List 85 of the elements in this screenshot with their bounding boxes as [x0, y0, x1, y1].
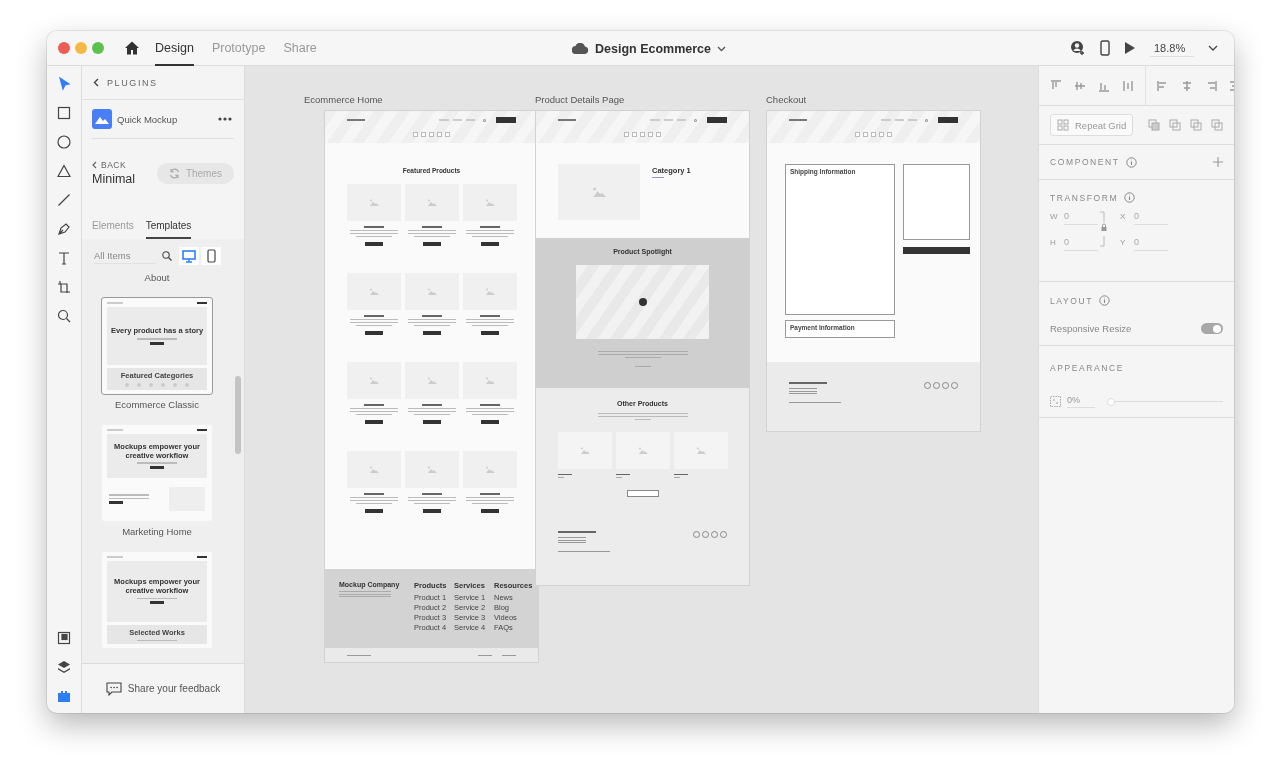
exclude-icon[interactable] — [1211, 119, 1223, 131]
distribute-vertical-icon[interactable] — [1122, 79, 1134, 92]
checkout-button-drawing — [903, 247, 970, 254]
chat-bubble-icon[interactable] — [105, 681, 122, 696]
chevron-down-icon[interactable] — [1208, 45, 1218, 51]
back-chevron-icon[interactable] — [92, 161, 97, 169]
add-user-icon[interactable] — [1070, 40, 1086, 56]
align-center-icon[interactable] — [1181, 79, 1193, 92]
plugin-name: Quick Mockup — [117, 113, 178, 125]
subtract-icon[interactable] — [1169, 119, 1181, 131]
monitor-icon — [182, 249, 196, 263]
plugin-logo-icon — [92, 109, 112, 129]
desktop-view-button[interactable] — [178, 246, 200, 266]
maximize-button[interactable] — [92, 42, 104, 54]
polygon-tool-icon[interactable] — [57, 164, 71, 178]
slider-thumb[interactable] — [1107, 397, 1115, 406]
feedback-link[interactable]: Share your feedback — [127, 683, 221, 694]
layers-panel-icon[interactable] — [57, 660, 71, 674]
footer-text-drawing — [789, 382, 841, 403]
rectangle-tool-icon[interactable] — [57, 106, 71, 120]
view-all-button-drawing — [626, 490, 659, 497]
align-left-icon[interactable] — [1157, 79, 1169, 92]
close-button[interactable] — [58, 42, 70, 54]
product-card-drawing — [557, 432, 612, 478]
add-icon[interactable] — [1213, 157, 1223, 167]
assets-panel-icon[interactable] — [57, 631, 71, 645]
line-tool-icon[interactable] — [57, 193, 71, 207]
field-label: X — [1120, 212, 1127, 221]
ellipse-tool-icon[interactable] — [57, 135, 71, 149]
union-icon[interactable] — [1148, 119, 1160, 131]
cloud-icon — [572, 43, 589, 54]
search-icon[interactable] — [162, 251, 172, 261]
footer-text-drawing — [339, 591, 391, 597]
mobile-device-icon[interactable] — [1100, 40, 1110, 56]
select-tool-icon[interactable] — [57, 77, 71, 91]
link-placeholder-line — [652, 177, 664, 178]
align-top-icon[interactable] — [1050, 79, 1062, 92]
plugins-panel-icon[interactable] — [57, 689, 71, 703]
chevron-down-icon[interactable] — [717, 45, 727, 52]
info-icon[interactable] — [1124, 192, 1136, 203]
text-tool-icon[interactable] — [57, 251, 71, 265]
refresh-icon — [168, 167, 180, 179]
artboard-title[interactable]: Checkout — [766, 94, 807, 105]
scrollbar-thumb[interactable] — [235, 376, 241, 454]
play-icon[interactable] — [1124, 41, 1136, 55]
home-icon[interactable] — [124, 40, 140, 56]
template-name: About — [144, 272, 170, 283]
minimize-button[interactable] — [75, 42, 87, 54]
document-title[interactable]: Design Ecommerce — [595, 41, 712, 56]
product-card-drawing — [673, 432, 728, 478]
artboard-title[interactable]: Ecommerce Home — [304, 94, 383, 105]
template-name: Ecommerce Classic — [115, 399, 199, 410]
artboard-tool-icon[interactable] — [57, 280, 71, 294]
product-card-drawing — [615, 432, 670, 478]
theme-name: Minimal — [92, 172, 136, 186]
more-options-icon[interactable] — [218, 117, 232, 121]
section-label: LAYOUT — [1050, 295, 1093, 306]
template-name: Marketing Home — [122, 526, 192, 537]
responsive-resize-toggle[interactable] — [1201, 323, 1223, 334]
artboard-title[interactable]: Product Details Page — [535, 94, 625, 105]
field-label: W — [1050, 212, 1058, 221]
grid-icon — [1057, 119, 1069, 131]
section-label: COMPONENT — [1050, 157, 1120, 167]
mobile-view-button[interactable] — [200, 246, 222, 266]
panel-title: PLUGINS — [107, 77, 158, 88]
footer-text-drawing — [558, 531, 610, 552]
search-field[interactable]: All Items — [94, 248, 156, 264]
pen-tool-icon[interactable] — [57, 222, 71, 236]
opacity-icon — [1050, 396, 1061, 407]
phone-icon — [206, 249, 216, 263]
zoom-level-field[interactable]: 18.8% — [1150, 39, 1194, 57]
intersect-icon[interactable] — [1190, 119, 1202, 131]
info-icon[interactable] — [1125, 156, 1137, 168]
align-right-icon[interactable] — [1205, 79, 1217, 92]
back-chevron-icon[interactable] — [93, 78, 99, 87]
info-icon[interactable] — [1099, 295, 1110, 306]
align-middle-icon[interactable] — [1074, 79, 1086, 92]
zoom-tool-icon[interactable] — [57, 309, 71, 323]
field-label: Y — [1120, 238, 1127, 247]
setting-label: Responsive Resize — [1050, 323, 1132, 334]
back-link[interactable]: BACK — [101, 160, 127, 170]
lock-icon[interactable] — [1100, 209, 1108, 249]
section-label: TRANSFORM — [1050, 192, 1119, 203]
field-label: H — [1050, 238, 1057, 247]
section-label: APPEARANCE — [1050, 363, 1125, 373]
